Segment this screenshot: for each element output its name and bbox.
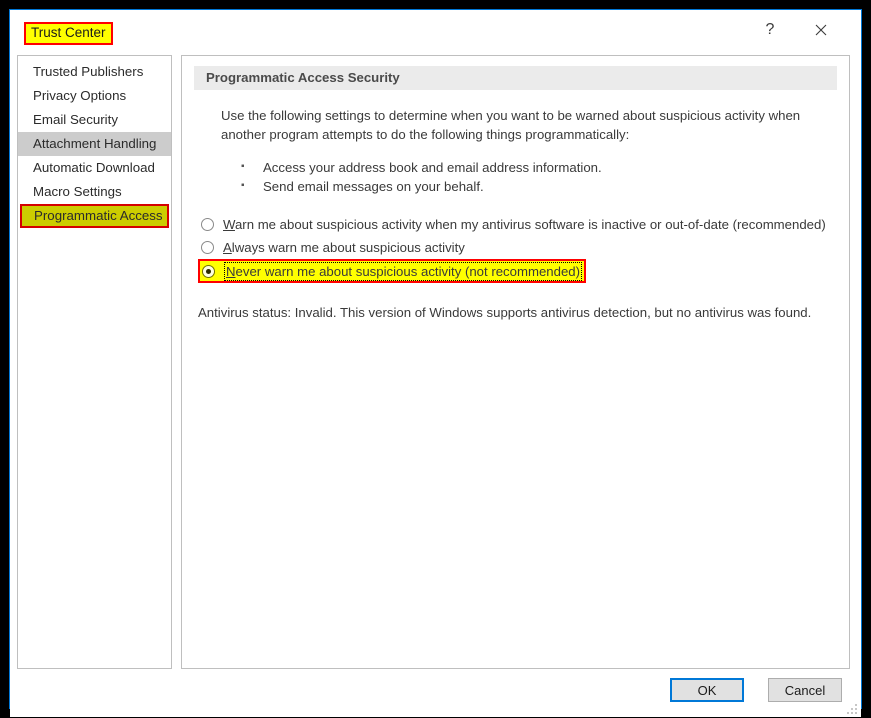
radio-circle-icon	[201, 217, 214, 231]
category-list[interactable]: Trusted Publishers Privacy Options Email…	[17, 55, 172, 669]
antivirus-status-text: Antivirus status: Invalid. This version …	[198, 305, 812, 320]
question-mark-glyph: ?	[765, 21, 775, 38]
list-item: Send email messages on your behalf.	[221, 176, 837, 196]
radio-circle-icon	[201, 240, 214, 254]
radio-label-text: arn me about suspicious activity when my…	[234, 216, 826, 232]
sidebar-item-attachment-handling[interactable]: Attachment Handling	[18, 132, 171, 156]
dialog-footer: OK Cancel	[10, 669, 861, 717]
sidebar-item-privacy-options[interactable]: Privacy Options	[18, 84, 171, 108]
capability-bullet-list: Access your address book and email addre…	[221, 157, 837, 196]
radio-label: Never warn me about suspicious activity …	[224, 261, 583, 281]
sidebar-item-automatic-download[interactable]: Automatic Download	[18, 156, 171, 180]
window-title: Trust Center	[24, 22, 113, 45]
sidebar-item-label: Macro Settings	[33, 184, 122, 199]
radio-always-warn[interactable]: Always warn me about suspicious activity	[198, 236, 465, 258]
sidebar-item-programmatic-access[interactable]: Programmatic Access	[20, 204, 169, 228]
accelerator-letter: A	[223, 239, 232, 255]
sidebar-item-trusted-publishers[interactable]: Trusted Publishers	[18, 60, 171, 84]
programmatic-access-radio-group[interactable]: Warn me about suspicious activity when m…	[198, 213, 837, 283]
close-icon[interactable]	[799, 16, 843, 44]
accelerator-letter: W	[223, 216, 235, 232]
settings-panel: Programmatic Access Security Use the fol…	[181, 55, 850, 669]
resize-grip-icon[interactable]	[845, 702, 857, 714]
radio-circle-icon-selected	[202, 264, 215, 278]
close-x-glyph	[815, 24, 827, 36]
sidebar-item-label: Programmatic Access	[20, 204, 169, 228]
radio-warn-when-antivirus-inactive[interactable]: Warn me about suspicious activity when m…	[198, 213, 826, 235]
sidebar-item-label: Email Security	[33, 112, 118, 127]
sidebar-item-label: Automatic Download	[33, 160, 155, 175]
dialog-body: Trusted Publishers Privacy Options Email…	[10, 48, 861, 669]
title-bar: Trust Center ?	[10, 10, 861, 48]
help-icon[interactable]: ?	[748, 16, 792, 44]
radio-label: Warn me about suspicious activity when m…	[223, 217, 826, 232]
sidebar-item-label: Attachment Handling	[33, 136, 157, 151]
ok-button[interactable]: OK	[670, 678, 744, 702]
radio-label: Always warn me about suspicious activity	[223, 240, 465, 255]
radio-label-text: lways warn me about suspicious activity	[231, 239, 465, 255]
trust-center-dialog: Trust Center ? Trusted Publishers Privac…	[9, 9, 862, 717]
sidebar-item-macro-settings[interactable]: Macro Settings	[18, 180, 171, 204]
cancel-button[interactable]: Cancel	[768, 678, 842, 702]
radio-never-warn[interactable]: Never warn me about suspicious activity …	[198, 259, 587, 283]
section-header: Programmatic Access Security	[194, 66, 837, 90]
intro-text: Use the following settings to determine …	[221, 108, 801, 142]
sidebar-item-label: Trusted Publishers	[33, 64, 144, 79]
list-item: Access your address book and email addre…	[221, 157, 837, 177]
radio-label-text: ever warn me about suspicious activity (…	[235, 263, 581, 279]
accelerator-letter: N	[226, 263, 236, 279]
sidebar-item-email-security[interactable]: Email Security	[18, 108, 171, 132]
sidebar-item-label: Privacy Options	[33, 88, 127, 103]
